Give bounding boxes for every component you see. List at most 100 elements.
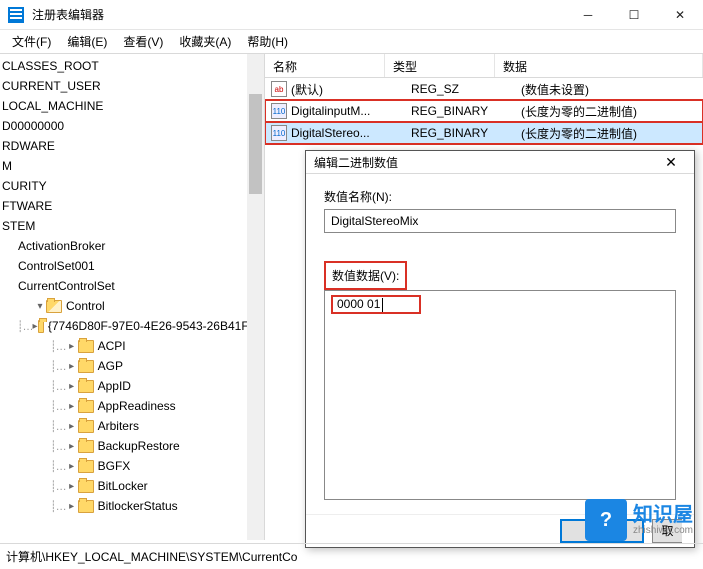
folder-icon [38, 320, 44, 333]
tree-item[interactable]: M [2, 156, 264, 176]
menu-view[interactable]: 查看(V) [115, 31, 171, 52]
tree-item-label: STEM [2, 219, 35, 233]
tree-item[interactable]: ┊…▸BitlockerStatus [2, 496, 264, 516]
tree-item-label: Arbiters [98, 419, 139, 433]
chevron-right-icon[interactable]: ▸ [66, 401, 78, 412]
tree-item[interactable]: ControlSet001 [2, 256, 264, 276]
cell-name: DigitalinputM... [291, 104, 411, 118]
chevron-right-icon[interactable]: ▸ [66, 501, 78, 512]
chevron-right-icon[interactable]: ▸ [66, 461, 78, 472]
watermark-text-block: 知识屋 zhishiwu.com [633, 505, 693, 536]
dialog-titlebar[interactable]: 编辑二进制数值 ✕ [306, 151, 694, 174]
tree-item[interactable]: ┊…▸AppID [2, 376, 264, 396]
list-row[interactable]: ab(默认)REG_SZ(数值未设置) [265, 78, 703, 100]
col-name[interactable]: 名称 [265, 54, 385, 77]
tree-item[interactable]: ActivationBroker [2, 236, 264, 256]
menu-help[interactable]: 帮助(H) [239, 31, 296, 52]
tree-pane: CLASSES_ROOT CURRENT_USER LOCAL_MACHINED00… [0, 54, 265, 540]
tree-item[interactable]: ┊…▸AppReadiness [2, 396, 264, 416]
folder-icon [78, 340, 94, 353]
tree-connector: ┊… [17, 320, 33, 333]
watermark-sub: zhishiwu.com [633, 525, 693, 536]
app-icon [8, 7, 24, 23]
folder-icon [46, 300, 62, 313]
tree-item[interactable]: RDWARE [2, 136, 264, 156]
binary-value-icon: 110 [271, 103, 287, 119]
minimize-button[interactable]: ─ [565, 0, 611, 29]
folder-icon [78, 420, 94, 433]
tree-item[interactable]: ┊…▸BackupRestore [2, 436, 264, 456]
tree-item[interactable]: CURRENT_USER [2, 76, 264, 96]
chevron-right-icon[interactable]: ▸ [66, 381, 78, 392]
tree[interactable]: CLASSES_ROOT CURRENT_USER LOCAL_MACHINED00… [0, 54, 264, 518]
col-data[interactable]: 数据 [495, 54, 703, 77]
binary-value-icon: 110 [271, 125, 287, 141]
chevron-right-icon[interactable]: ▸ [66, 441, 78, 452]
tree-item[interactable]: CURITY [2, 176, 264, 196]
tree-item[interactable]: FTWARE [2, 196, 264, 216]
dialog-close-button[interactable]: ✕ [656, 154, 686, 171]
tree-item[interactable]: ┊…▸BGFX [2, 456, 264, 476]
edit-binary-dialog: 编辑二进制数值 ✕ 数值名称(N): 数值数据(V): 0000 01 确定 取 [305, 150, 695, 548]
chevron-right-icon[interactable]: ▸ [32, 321, 37, 332]
tree-item[interactable]: D00000000 [2, 116, 264, 136]
cell-name: DigitalStereo... [291, 126, 411, 140]
tree-item[interactable]: ┊…▸AGP [2, 356, 264, 376]
list-row[interactable]: 110DigitalinputM...REG_BINARY(长度为零的二进制值) [265, 100, 703, 122]
tree-connector: ┊… [50, 360, 66, 373]
cell-type: REG_BINARY [411, 104, 521, 118]
menu-file[interactable]: 文件(F) [4, 31, 59, 52]
tree-connector: ┊… [50, 500, 66, 513]
tree-connector: ┊… [50, 400, 66, 413]
tree-item-label: CURRENT_USER [2, 79, 101, 93]
window-titlebar: 注册表编辑器 ─ ☐ ✕ [0, 0, 703, 30]
window-controls: ─ ☐ ✕ [565, 0, 703, 29]
folder-icon [78, 440, 94, 453]
value-data-editor[interactable]: 0000 01 [324, 290, 676, 500]
tree-connector: ┊… [50, 340, 66, 353]
folder-icon [78, 380, 94, 393]
dialog-title: 编辑二进制数值 [314, 154, 656, 171]
folder-icon [78, 500, 94, 513]
tree-item[interactable]: ┊…▸ACPI [2, 336, 264, 356]
window-title: 注册表编辑器 [32, 6, 565, 23]
tree-item[interactable]: STEM [2, 216, 264, 236]
folder-icon [78, 400, 94, 413]
tree-connector: ┊… [50, 480, 66, 493]
watermark-icon: ? [585, 499, 627, 541]
scrollbar-thumb[interactable] [249, 94, 262, 194]
chevron-down-icon[interactable]: ▾ [34, 301, 46, 312]
tree-item[interactable]: ▾Control [2, 296, 264, 316]
tree-item-label: BackupRestore [98, 439, 180, 453]
close-button[interactable]: ✕ [657, 0, 703, 29]
string-value-icon: ab [271, 81, 287, 97]
tree-item[interactable]: ┊…▸BitLocker [2, 476, 264, 496]
maximize-button[interactable]: ☐ [611, 0, 657, 29]
tree-item-label: FTWARE [2, 199, 52, 213]
tree-item[interactable]: ┊…▸Arbiters [2, 416, 264, 436]
chevron-right-icon[interactable]: ▸ [66, 421, 78, 432]
cell-data: (数值未设置) [521, 81, 703, 98]
chevron-right-icon[interactable]: ▸ [66, 361, 78, 372]
tree-item[interactable]: ┊…▸{7746D80F-97E0-4E26-9543-26B41FC2 [2, 316, 264, 336]
cell-type: REG_BINARY [411, 126, 521, 140]
col-type[interactable]: 类型 [385, 54, 495, 77]
tree-item-label: CurrentControlSet [18, 279, 115, 293]
list-row[interactable]: 110DigitalStereo...REG_BINARY(长度为零的二进制值) [265, 122, 703, 144]
value-name-input[interactable] [324, 209, 676, 233]
chevron-right-icon[interactable]: ▸ [66, 341, 78, 352]
tree-scrollbar[interactable] [247, 54, 264, 540]
menu-favorites[interactable]: 收藏夹(A) [171, 31, 239, 52]
tree-item-label: CLASSES_ROOT [2, 59, 99, 73]
cell-name: (默认) [291, 81, 411, 98]
tree-item[interactable]: CurrentControlSet [2, 276, 264, 296]
menu-bar: 文件(F) 编辑(E) 查看(V) 收藏夹(A) 帮助(H) [0, 30, 703, 54]
menu-edit[interactable]: 编辑(E) [59, 31, 115, 52]
hex-line[interactable]: 0000 01 [331, 295, 421, 314]
tree-item[interactable]: CLASSES_ROOT [2, 56, 264, 76]
chevron-right-icon[interactable]: ▸ [66, 481, 78, 492]
folder-icon [78, 360, 94, 373]
value-data-label: 数值数据(V): [324, 261, 407, 290]
tree-item-label: BGFX [98, 459, 131, 473]
tree-item[interactable]: LOCAL_MACHINE [2, 96, 264, 116]
